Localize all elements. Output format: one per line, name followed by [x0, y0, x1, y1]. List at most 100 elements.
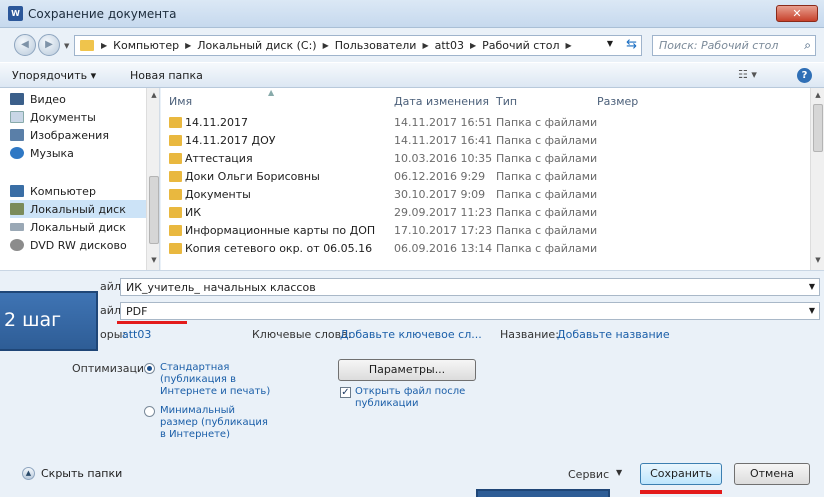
- chevron-right-icon[interactable]: ▶: [470, 41, 476, 50]
- new-folder-button[interactable]: Новая папка: [130, 69, 203, 82]
- refresh-icon[interactable]: ⇆: [626, 37, 637, 52]
- list-item[interactable]: Доки Ольги Борисовны 06.12.2016 9:29 Папка…: [161, 168, 810, 186]
- nav-item-local-disk-c[interactable]: Локальный диск: [10, 200, 148, 218]
- title-label: Название:: [500, 328, 559, 341]
- service-menu[interactable]: Сервис: [568, 468, 609, 481]
- computer-icon: [10, 185, 24, 197]
- filename-field[interactable]: ИК_учитель_ начальных классов ▼: [120, 278, 820, 296]
- scroll-up-icon[interactable]: ▲: [811, 91, 824, 99]
- radio-minimal-label[interactable]: Минимальный размер (публикация в Интерне…: [160, 405, 268, 441]
- chevron-down-icon[interactable]: ▼: [809, 282, 815, 291]
- address-dropdown-icon[interactable]: ▼: [607, 39, 613, 48]
- file-date: 06.09.2016 13:14: [394, 242, 493, 255]
- address-bar[interactable]: ▶ Компьютер ▶ Локальный диск (C:) ▶ Поль…: [74, 35, 642, 56]
- callout-box: [476, 489, 610, 497]
- scroll-down-icon[interactable]: ▼: [147, 256, 159, 264]
- file-date: 06.12.2016 9:29: [394, 170, 486, 183]
- documents-library-icon: [10, 111, 24, 123]
- file-type: Папка с файлами: [496, 224, 598, 237]
- command-bar: Упорядочить ▾ Новая папка ☷ ▾ ?: [0, 62, 824, 88]
- radio-standard-label[interactable]: Стандартная (публикация в Интернете и пе…: [160, 362, 270, 398]
- nav-scroll-thumb[interactable]: [149, 176, 159, 244]
- file-date: 10.03.2016 10:35: [394, 152, 493, 165]
- file-date: 17.10.2017 17:23: [394, 224, 493, 237]
- nav-item-label: Локальный диск: [30, 202, 126, 216]
- scroll-down-icon[interactable]: ▼: [811, 256, 824, 264]
- file-name: Доки Ольги Борисовны: [185, 170, 320, 183]
- chevron-down-icon[interactable]: ▼: [616, 468, 622, 477]
- list-item[interactable]: Копия сетевого окр. от 06.05.16 06.09.201…: [161, 240, 810, 258]
- nav-item-computer[interactable]: Компьютер: [10, 182, 148, 200]
- file-date: 14.11.2017 16:51: [394, 116, 493, 129]
- hide-folders-toggle[interactable]: ▲ Скрыть папки: [22, 467, 122, 480]
- breadcrumb-users[interactable]: Пользователи: [335, 39, 417, 52]
- file-date: 30.10.2017 9:09: [394, 188, 486, 201]
- back-button[interactable]: ◀: [14, 34, 36, 56]
- column-type[interactable]: Тип: [496, 95, 517, 108]
- list-item[interactable]: Информационные карты по ДОП 17.10.2017 17…: [161, 222, 810, 240]
- parameters-button[interactable]: Параметры...: [338, 359, 476, 381]
- filetype-select[interactable]: PDF ▼: [120, 302, 820, 320]
- list-item[interactable]: 14.11.2017 14.11.2017 16:51 Папка с файлам…: [161, 114, 810, 132]
- open-after-label[interactable]: Открыть файл после публикации: [355, 386, 465, 410]
- save-button[interactable]: Сохранить: [640, 463, 722, 485]
- scroll-up-icon[interactable]: ▲: [147, 91, 159, 99]
- arrow-left-icon: ◀: [21, 39, 29, 50]
- navigation-pane: Видео Документы Изображения Музыка Компь…: [0, 88, 160, 270]
- nav-item-documents[interactable]: Документы: [10, 108, 148, 126]
- views-button[interactable]: ☷ ▾: [738, 68, 757, 81]
- file-type: Папка с файлами: [496, 116, 598, 129]
- organize-button[interactable]: Упорядочить ▾: [12, 69, 96, 82]
- nav-item-dvd[interactable]: DVD RW дисково: [10, 236, 148, 254]
- open-after-checkbox[interactable]: ✓: [340, 387, 351, 398]
- list-item[interactable]: Аттестация 10.03.2016 10:35 Папка с файлам…: [161, 150, 810, 168]
- file-name: Аттестация: [185, 152, 253, 165]
- breadcrumb-local-disk[interactable]: Локальный диск (C:): [197, 39, 316, 52]
- chevron-right-icon[interactable]: ▶: [566, 41, 572, 50]
- list-header: ▲ Имя Дата изменения Тип Размер: [161, 88, 810, 112]
- nav-item-pictures[interactable]: Изображения: [10, 126, 148, 144]
- nav-item-local-disk-d[interactable]: Локальный диск: [10, 218, 148, 236]
- close-button[interactable]: ✕: [776, 5, 818, 22]
- list-item[interactable]: ИК 29.09.2017 11:23 Папка с файлами: [161, 204, 810, 222]
- nav-item-label: Видео: [30, 92, 66, 106]
- help-icon[interactable]: ?: [797, 68, 812, 83]
- list-scroll-thumb[interactable]: [813, 104, 823, 152]
- search-input[interactable]: Поиск: Рабочий стол ⌕: [652, 35, 816, 56]
- nav-item-video[interactable]: Видео: [10, 90, 148, 108]
- forward-button[interactable]: ▶: [38, 34, 60, 56]
- folder-icon: [169, 117, 182, 128]
- keywords-value[interactable]: Добавьте ключевое сл...: [340, 328, 482, 341]
- arrow-right-icon: ▶: [45, 39, 53, 50]
- file-type: Папка с файлами: [496, 134, 598, 147]
- chevron-right-icon[interactable]: ▶: [422, 41, 428, 50]
- nav-item-music[interactable]: Музыка: [10, 144, 148, 162]
- chevron-right-icon[interactable]: ▶: [323, 41, 329, 50]
- list-item[interactable]: 14.11.2017 ДОУ 14.11.2017 16:41 Папка с фа…: [161, 132, 810, 150]
- video-library-icon: [10, 93, 24, 105]
- cancel-button[interactable]: Отмена: [734, 463, 810, 485]
- breadcrumb-desktop[interactable]: Рабочий стол: [482, 39, 559, 52]
- search-icon[interactable]: ⌕: [804, 38, 811, 53]
- file-type: Папка с файлами: [496, 206, 598, 219]
- filetype-value: PDF: [126, 305, 148, 318]
- nav-scrollbar[interactable]: ▲ ▼: [146, 88, 159, 270]
- breadcrumb-att03[interactable]: att03: [435, 39, 464, 52]
- radio-minimal[interactable]: [144, 406, 155, 417]
- save-highlight-underline: [640, 490, 722, 494]
- radio-standard[interactable]: [144, 363, 155, 374]
- list-scrollbar[interactable]: ▲ ▼: [810, 88, 824, 270]
- authors-value[interactable]: att03: [122, 328, 151, 341]
- list-item[interactable]: Документы 30.10.2017 9:09 Папка с файлами: [161, 186, 810, 204]
- history-dropdown-icon[interactable]: ▼: [64, 42, 69, 50]
- column-date[interactable]: Дата изменения: [394, 95, 489, 108]
- chevron-down-icon[interactable]: ▼: [809, 306, 815, 315]
- column-size[interactable]: Размер: [597, 95, 638, 108]
- breadcrumb-computer[interactable]: Компьютер: [113, 39, 179, 52]
- title-bar: W Сохранение документа ✕: [0, 0, 824, 28]
- nav-item-label: Документы: [30, 110, 96, 124]
- title-value[interactable]: Добавьте название: [557, 328, 670, 341]
- chevron-right-icon[interactable]: ▶: [185, 41, 191, 50]
- keywords-label: Ключевые слова:: [252, 328, 352, 341]
- column-name[interactable]: Имя: [169, 95, 192, 108]
